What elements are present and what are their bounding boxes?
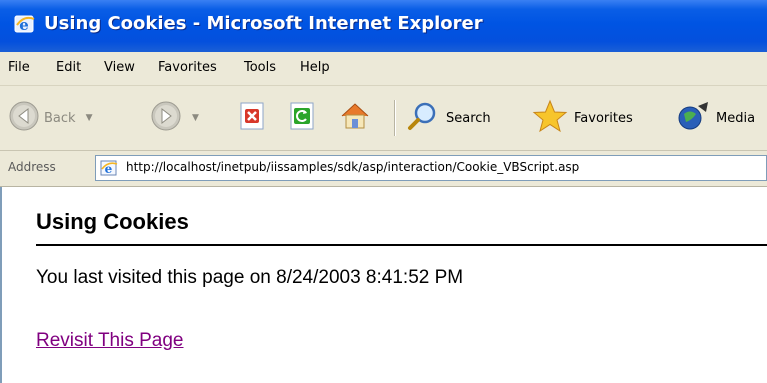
search-label: Search <box>446 110 491 126</box>
page-icon: e <box>100 159 118 177</box>
menu-tools[interactable]: Tools <box>244 60 276 75</box>
revisit-link[interactable]: Revisit This Page <box>36 330 184 352</box>
ie-icon: e <box>14 13 36 35</box>
menu-view[interactable]: View <box>104 60 135 75</box>
forward-button[interactable]: ▼ <box>150 100 199 136</box>
menu-file[interactable]: File <box>8 60 30 75</box>
media-label: Media <box>716 110 756 126</box>
page-title: Using Cookies <box>36 209 189 234</box>
forward-arrow-icon <box>150 100 182 136</box>
favorites-star-icon <box>532 99 568 137</box>
favorites-label: Favorites <box>574 110 633 126</box>
stop-button[interactable] <box>236 100 268 136</box>
menu-edit[interactable]: Edit <box>56 60 81 75</box>
back-button[interactable]: Back ▼ <box>8 100 92 136</box>
page-content: Using Cookies You last visited this page… <box>0 187 767 383</box>
media-button[interactable]: Media <box>676 100 755 136</box>
search-icon <box>406 100 440 136</box>
address-url: http://localhost/inetpub/iissamples/sdk/… <box>126 160 580 174</box>
forward-dropdown-icon[interactable]: ▼ <box>192 113 199 123</box>
back-dropdown-icon[interactable]: ▼ <box>86 113 93 123</box>
back-label: Back <box>44 110 76 126</box>
toolbar: Back ▼ ▼ Search Favorites Media <box>0 86 767 151</box>
last-visit-text: You last visited this page on 8/24/2003 … <box>36 267 464 288</box>
media-icon <box>676 100 712 136</box>
favorites-button[interactable]: Favorites <box>532 99 633 137</box>
address-bar: Address e http://localhost/inetpub/iissa… <box>0 151 767 187</box>
back-arrow-icon <box>8 100 40 136</box>
title-bar[interactable]: e Using Cookies - Microsoft Internet Exp… <box>0 0 767 52</box>
window-title: Using Cookies - Microsoft Internet Explo… <box>44 13 483 34</box>
refresh-icon <box>286 100 318 136</box>
toolbar-separator <box>394 100 395 136</box>
search-button[interactable]: Search <box>406 100 491 136</box>
home-button[interactable] <box>338 100 372 136</box>
stop-icon <box>236 100 268 136</box>
address-input[interactable]: e http://localhost/inetpub/iissamples/sd… <box>95 155 767 181</box>
menu-favorites[interactable]: Favorites <box>158 60 217 75</box>
menu-help[interactable]: Help <box>300 60 330 75</box>
address-label: Address <box>8 160 56 174</box>
home-icon <box>338 100 372 136</box>
refresh-button[interactable] <box>286 100 318 136</box>
heading-rule <box>36 244 767 246</box>
menu-bar: File Edit View Favorites Tools Help <box>0 52 767 86</box>
